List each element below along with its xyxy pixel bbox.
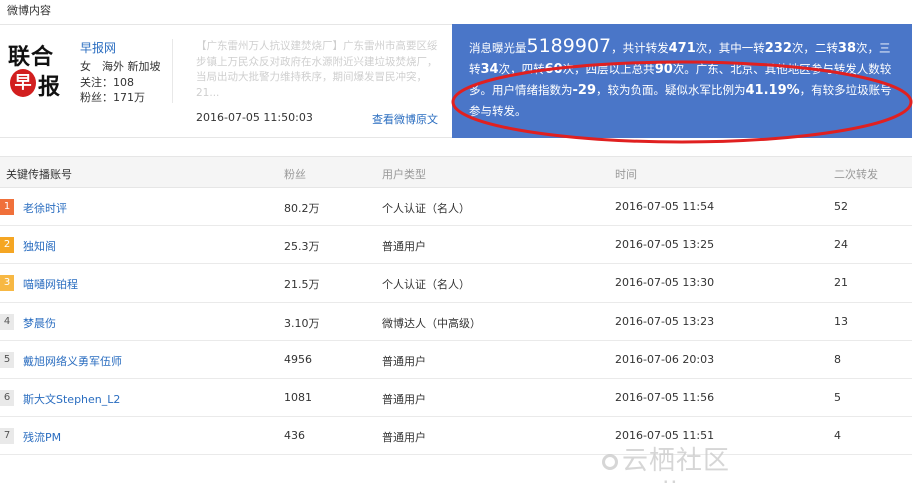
level5plus-reposts: 90 [654, 62, 673, 77]
logo-text-bottom: 报 [38, 74, 61, 100]
account-gender-location: 女 海外 新加坡 [80, 60, 161, 73]
header-user-type: 用户类型 [382, 168, 426, 181]
cloud-logo-icon [602, 453, 618, 470]
rank-badge: 6 [0, 389, 14, 406]
level2-reposts: 38 [837, 41, 856, 56]
repost-time: 2016-07-06 20:03 [615, 352, 715, 366]
rank-badge: 5 [0, 351, 14, 368]
account-name-link[interactable]: 早报网 [80, 39, 116, 56]
rank-badge: 7 [0, 428, 14, 445]
table-header: 关键传播账号 粉丝 用户类型 时间 二次转发 [0, 156, 912, 188]
table-row: 6 斯大文Stephen_L2 1081 普通用户 2016-07-05 11:56 5 [0, 379, 912, 418]
account-following-count: 关注：108 [80, 76, 134, 89]
repost-time: 2016-07-05 13:30 [615, 276, 715, 290]
bot-ratio: 41.19% [745, 83, 800, 98]
summary-text: ，共计转发 [611, 41, 669, 55]
level4-reposts: 60 [544, 62, 563, 77]
key-accounts-table: 关键传播账号 粉丝 用户类型 时间 二次转发 1 老徐时评 80.2万 个人认证（名人… [0, 156, 912, 456]
total-reposts: 471 [668, 41, 696, 56]
repost-time: 2016-07-05 11:56 [615, 390, 715, 404]
weibo-post-card: 联合 早 报 早报网 女 海外 新加坡 关注：108 粉丝：171万 【广东雷州… [0, 24, 452, 138]
repost-time: 2016-07-05 13:25 [615, 238, 715, 252]
account-link[interactable]: 喵嗵网铂程 [23, 276, 78, 292]
account-link[interactable]: 老徐时评 [23, 200, 67, 216]
user-type: 普通用户 [382, 354, 426, 368]
post-time: 2016-07-05 11:50:03 [196, 111, 313, 124]
user-type: 普通用户 [382, 240, 426, 254]
header-reposts: 二次转发 [834, 168, 878, 181]
level3-reposts: 34 [480, 62, 499, 77]
account-link[interactable]: 残流PM [23, 429, 61, 445]
fans-count: 1081 [284, 390, 312, 404]
fans-count: 80.2万 [284, 202, 320, 215]
account-link[interactable]: 斯大文Stephen_L2 [23, 391, 120, 407]
summary-text: 次，四层以上总共 [562, 62, 655, 76]
table-body: 1 老徐时评 80.2万 个人认证（名人） 2016-07-05 11:54 52 2 独知阁… [0, 188, 912, 456]
secondary-repost-count: 52 [834, 200, 848, 213]
account-link[interactable]: 独知阁 [23, 238, 56, 254]
rank-badge: 2 [0, 237, 14, 254]
table-row: 1 老徐时评 80.2万 个人认证（名人） 2016-07-05 11:54 52 [0, 188, 912, 227]
exposure-value: 5189907 [526, 35, 612, 57]
account-link[interactable]: 梦晨伤 [23, 315, 56, 331]
user-type: 个人认证（名人） [382, 202, 470, 215]
vertical-divider [172, 39, 173, 103]
rank-badge: 1 [0, 199, 14, 215]
fans-count: 21.5万 [284, 278, 320, 292]
secondary-repost-count: 24 [834, 238, 848, 252]
summary-text: 次，二转 [791, 41, 838, 55]
header-fans: 粉丝 [284, 168, 306, 181]
account-link[interactable]: 戴旭网络义勇军伍师 [23, 353, 122, 369]
table-row: 5 戴旭网络义勇军伍师 4956 普通用户 2016-07-06 20:03 8 [0, 341, 912, 379]
fans-count: 3.10万 [284, 316, 320, 330]
level1-reposts: 232 [764, 41, 792, 56]
summary-text: 次，四转 [498, 62, 545, 76]
header-time: 时间 [615, 168, 637, 181]
table-row: 2 独知阁 25.3万 普通用户 2016-07-05 13:25 24 [0, 226, 912, 265]
secondary-repost-count: 13 [834, 314, 848, 328]
table-row: 4 梦晨伤 3.10万 微博达人（中高级） 2016-07-05 13:23 13 [0, 303, 912, 341]
view-original-post-link[interactable]: 查看微博原文 [372, 111, 438, 127]
user-type: 个人认证（名人） [382, 278, 470, 292]
fans-count: 4956 [284, 352, 312, 366]
secondary-repost-count: 5 [834, 390, 841, 404]
watermark-text: 云栖社区 yq.aliyun.com [602, 446, 797, 483]
rank-badge: 4 [0, 313, 14, 330]
repost-time: 2016-07-05 11:54 [615, 200, 715, 213]
rank-badge: 3 [0, 275, 14, 292]
watermark: 云栖社区 yq.aliyun.com [602, 440, 916, 483]
logo-text-red-seal: 早 [10, 69, 36, 97]
header-account: 关键传播账号 [6, 168, 72, 181]
logo-text-top: 联合 [8, 44, 55, 70]
summary-text: ，较为负面。疑似水军比例为 [596, 83, 746, 97]
account-avatar-logo[interactable]: 联合 早 报 [8, 39, 64, 101]
exposure-label: 消息曝光量 [469, 41, 527, 55]
section-title: 微博内容 [7, 4, 51, 17]
user-type: 普通用户 [382, 392, 426, 406]
sentiment-index: -29 [572, 83, 597, 98]
propagation-summary-panel: 消息曝光量5189907，共计转发471次，其中一转232次，二转38次，三转3… [452, 24, 912, 138]
secondary-repost-count: 8 [834, 352, 841, 366]
secondary-repost-count: 21 [834, 276, 848, 290]
table-row: 3 喵嗵网铂程 21.5万 个人认证（名人） 2016-07-05 13:30 21 [0, 264, 912, 303]
account-followers-count: 粉丝：171万 [80, 91, 145, 104]
summary-text: 次，其中一转 [695, 41, 765, 55]
fans-count: 25.3万 [284, 240, 320, 254]
user-type: 普通用户 [382, 431, 426, 445]
post-text: 【广东雷州万人抗议建焚烧厂】广东雷州市高要区绥步镇上万民众反对政府在水源附近兴建… [196, 40, 438, 99]
repost-time: 2016-07-05 13:23 [615, 314, 715, 328]
user-type: 微博达人（中高级） [382, 316, 481, 330]
fans-count: 436 [284, 429, 305, 443]
